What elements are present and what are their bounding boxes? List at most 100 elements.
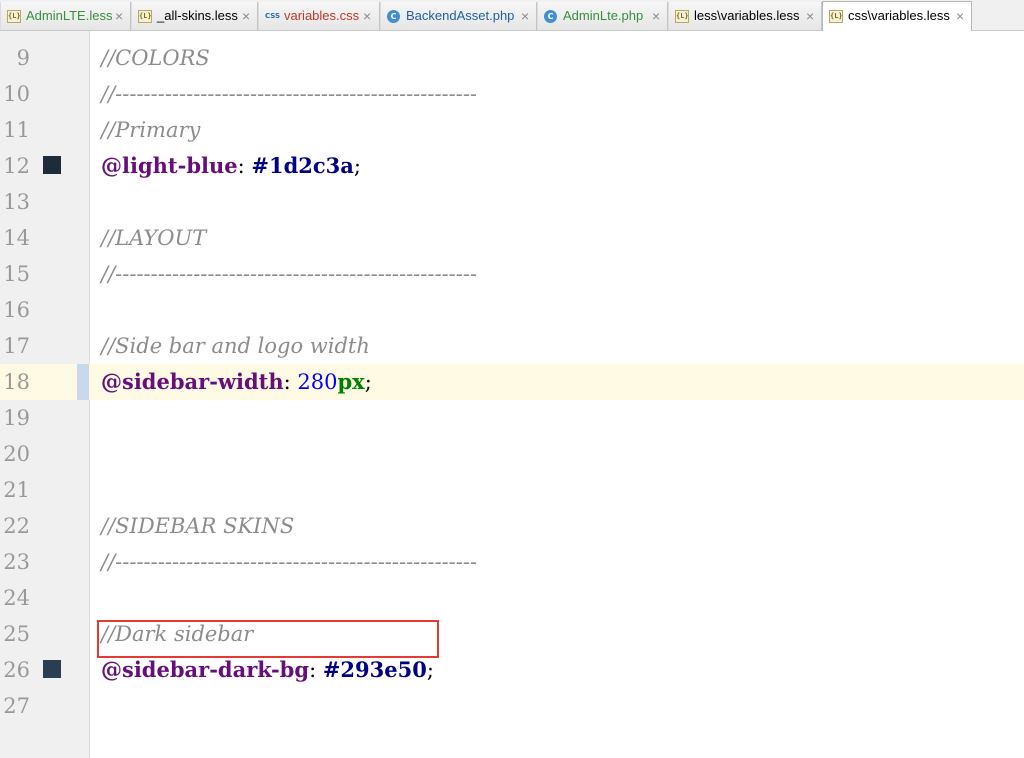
php-class-icon: C [387, 10, 401, 23]
code-line[interactable]: 14 //LAYOUT [0, 220, 1024, 256]
close-tab-icon[interactable]: × [115, 2, 123, 30]
code-token-punct: ; [364, 370, 372, 394]
tab-label: AdminLTE.less [26, 8, 113, 23]
code-line[interactable]: 24 [0, 580, 1024, 616]
code-text: //COLORS [101, 40, 210, 76]
annotation-highlight-box [97, 620, 439, 658]
code-line[interactable]: 16 [0, 292, 1024, 328]
line-number: 13 [3, 190, 30, 214]
code-text: //--------------------------------------… [101, 76, 477, 112]
code-line[interactable]: 23 //------------------------------------… [0, 544, 1024, 580]
code-token-comment: //--------------------------------------… [101, 82, 478, 106]
less-file-icon: {L} [7, 10, 21, 23]
less-file-icon: {L} [675, 10, 689, 23]
code-line[interactable]: 18 @sidebar-width: 280px; [0, 364, 1024, 400]
line-number: 12 [3, 154, 30, 178]
code-token-comment: //Primary [101, 118, 201, 142]
close-tab-icon[interactable]: × [521, 2, 529, 30]
code-token-comment: //SIDEBAR SKINS [101, 514, 295, 538]
line-number: 16 [3, 298, 30, 322]
line-number: 19 [3, 406, 30, 430]
code-token-punct: : [309, 658, 323, 682]
css-file-icon: CSS [265, 10, 281, 23]
color-swatch-icon[interactable] [43, 660, 61, 678]
tab-7[interactable]: {L} css\variables.less × [822, 1, 972, 31]
code-token-var: @light-blue [101, 153, 238, 178]
code-token-punct: : [283, 370, 298, 394]
code-token-var: @sidebar-dark-bg [101, 657, 310, 682]
tab-1[interactable]: {L} AdminLTE.less × [0, 2, 131, 30]
code-line[interactable]: 15 //------------------------------------… [0, 256, 1024, 292]
code-token-punct: ; [353, 154, 361, 178]
close-tab-icon[interactable]: × [242, 2, 250, 30]
code-token-hex: #1d2c3a [251, 153, 354, 178]
code-line[interactable]: 17 //Side bar and logo width [0, 328, 1024, 364]
line-number: 27 [3, 694, 30, 718]
tab-2[interactable]: {L} _all-skins.less × [131, 2, 258, 30]
tab-label: AdminLte.php [563, 8, 644, 23]
code-line[interactable]: 9 //COLORS [0, 40, 1024, 76]
code-token-hex: #293e50 [322, 657, 427, 682]
code-text: //Side bar and logo width [101, 328, 370, 364]
line-number: 18 [3, 370, 30, 394]
close-tab-icon[interactable]: × [652, 2, 660, 30]
code-text: @sidebar-width: 280px; [101, 364, 372, 400]
code-text: //--------------------------------------… [101, 544, 477, 580]
editor-tab-bar: {L} AdminLTE.less × {L} _all-skins.less × CSS v… [0, 0, 1024, 31]
tab-5[interactable]: C AdminLte.php × [537, 2, 668, 30]
code-token-unit: px [337, 369, 365, 394]
code-text: //SIDEBAR SKINS [101, 508, 294, 544]
line-number: 11 [3, 118, 30, 142]
code-line[interactable]: 27 [0, 688, 1024, 724]
line-number: 20 [3, 442, 30, 466]
code-line[interactable]: 20 [0, 436, 1024, 472]
line-number: 24 [3, 586, 30, 610]
tab-4[interactable]: C BackendAsset.php × [380, 2, 537, 30]
code-line[interactable]: 11 //Primary [0, 112, 1024, 148]
less-file-icon: {L} [829, 10, 843, 23]
line-number: 25 [3, 622, 30, 646]
tab-label: less\variables.less [694, 8, 800, 23]
line-number: 22 [3, 514, 30, 538]
code-line[interactable]: 10 //------------------------------------… [0, 76, 1024, 112]
tab-3[interactable]: CSS variables.css × [258, 2, 380, 30]
php-class-icon-glyph: C [387, 10, 400, 23]
code-token-comment: //LAYOUT [101, 226, 207, 250]
less-file-icon-glyph: {L} [829, 10, 843, 23]
code-token-num: 280 [297, 370, 338, 394]
line-number: 9 [16, 46, 30, 70]
code-line[interactable]: 12 @light-blue: #1d2c3a; [0, 148, 1024, 184]
code-line[interactable]: 21 [0, 472, 1024, 508]
tab-6[interactable]: {L} less\variables.less × [668, 2, 822, 30]
code-text: //LAYOUT [101, 220, 206, 256]
code-text: //Primary [101, 112, 200, 148]
less-file-icon-glyph: {L} [138, 10, 152, 23]
code-token-comment: //COLORS [101, 46, 210, 70]
code-token-punct: ; [426, 658, 434, 682]
line-number: 17 [3, 334, 30, 358]
code-token-comment: //--------------------------------------… [101, 262, 478, 286]
close-tab-icon[interactable]: × [956, 2, 964, 30]
tab-label: _all-skins.less [157, 8, 238, 23]
line-number: 15 [3, 262, 30, 286]
php-class-icon: C [544, 10, 558, 23]
close-tab-icon[interactable]: × [363, 2, 371, 30]
close-tab-icon[interactable]: × [806, 2, 814, 30]
line-number: 10 [3, 82, 30, 106]
less-file-icon: {L} [138, 10, 152, 23]
color-swatch-icon[interactable] [43, 156, 61, 174]
line-number: 23 [3, 550, 30, 574]
less-file-icon-glyph: {L} [675, 10, 689, 23]
code-line[interactable]: 22 //SIDEBAR SKINS [0, 508, 1024, 544]
line-number: 14 [3, 226, 30, 250]
code-token-var: @sidebar-width [101, 369, 284, 394]
css-file-icon-glyph: CSS [265, 12, 281, 20]
php-class-icon-glyph: C [544, 10, 557, 23]
tab-label: css\variables.less [848, 8, 950, 23]
less-file-icon-glyph: {L} [7, 10, 21, 23]
code-line[interactable]: 13 [0, 184, 1024, 220]
code-line[interactable]: 19 [0, 400, 1024, 436]
line-number: 21 [3, 478, 30, 502]
tab-label: variables.css [284, 8, 360, 23]
code-token-punct: : [237, 154, 252, 178]
